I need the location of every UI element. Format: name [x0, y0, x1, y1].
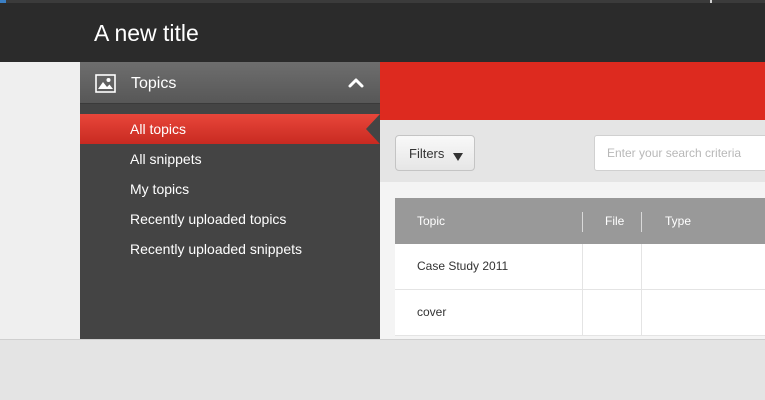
sidebar-title: Topics — [131, 75, 177, 92]
search-input[interactable] — [594, 135, 765, 171]
sidebar-header: Topics — [80, 62, 380, 104]
sidebar-item-recent-topics[interactable]: Recently uploaded topics — [80, 204, 380, 234]
column-divider — [582, 212, 583, 232]
sidebar: Topics All topics All snippets My topics… — [80, 62, 380, 339]
main-content: Filters Topic File Type Case Study 2011 … — [380, 62, 765, 339]
cell-divider — [641, 244, 642, 289]
page-footer — [0, 339, 765, 400]
table-row[interactable]: cover — [395, 290, 765, 336]
app-header: A new title — [0, 3, 765, 62]
column-header-file[interactable]: File — [605, 198, 624, 244]
sidebar-item-all-topics[interactable]: All topics — [80, 114, 380, 144]
cell-divider — [582, 244, 583, 289]
sidebar-item-my-topics[interactable]: My topics — [80, 174, 380, 204]
column-divider — [641, 212, 642, 232]
table-header: Topic File Type — [395, 198, 765, 244]
filters-label: Filters — [409, 146, 445, 161]
chevron-up-icon[interactable] — [346, 74, 366, 92]
filters-button[interactable]: Filters — [395, 135, 475, 171]
left-gutter — [0, 62, 80, 339]
sidebar-item-recent-snippets[interactable]: Recently uploaded snippets — [80, 234, 380, 264]
cell-divider — [641, 290, 642, 335]
column-header-type[interactable]: Type — [665, 198, 691, 244]
filter-bar: Filters — [380, 120, 765, 182]
sidebar-nav: All topics All snippets My topics Recent… — [80, 114, 380, 264]
topics-image-icon — [95, 74, 116, 93]
cell-divider — [582, 290, 583, 335]
cell-topic: Case Study 2011 — [417, 259, 509, 273]
cell-topic: cover — [417, 305, 447, 319]
column-header-topic[interactable]: Topic — [417, 198, 445, 244]
caret-down-icon — [452, 149, 464, 161]
table-row[interactable]: Case Study 2011 — [395, 244, 765, 290]
topics-table: Topic File Type Case Study 2011 cover — [395, 198, 765, 336]
sidebar-item-all-snippets[interactable]: All snippets — [80, 144, 380, 174]
page-title: A new title — [94, 20, 199, 46]
accent-banner — [380, 62, 765, 120]
